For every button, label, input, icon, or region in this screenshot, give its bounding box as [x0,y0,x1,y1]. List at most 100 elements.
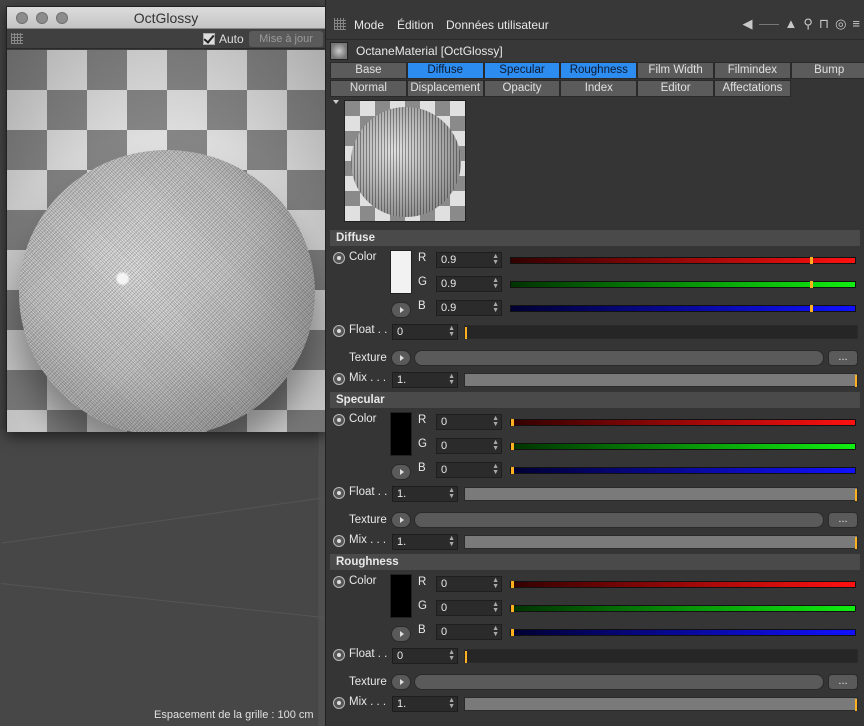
texture-path-field[interactable] [414,674,824,690]
channel-b-slider[interactable] [510,629,856,636]
tab-filmindex[interactable]: Filmindex [714,62,791,79]
slider-knob[interactable] [465,651,467,663]
slider-knob[interactable] [511,443,514,450]
window-titlebar[interactable]: OctGlossy [7,7,325,29]
channel-r-slider[interactable] [510,419,856,426]
tab-base[interactable]: Base [330,62,407,79]
tab-editor[interactable]: Editor [637,80,714,97]
update-button[interactable]: Mise à jour [249,31,323,47]
target-icon[interactable]: ◎ [835,17,846,31]
texture-browse-button[interactable]: ... [828,674,858,690]
spinner-icon[interactable]: ▲ ▼ [492,601,499,614]
color-radio[interactable] [333,252,345,264]
slider-knob[interactable] [511,629,514,636]
spinner-icon[interactable]: ▲ ▼ [492,301,499,314]
spinner-icon[interactable]: ▲ ▼ [448,373,455,386]
menu-mode[interactable]: Mode [354,18,384,32]
channel-g-input[interactable]: 0 ▲ ▼ [436,438,502,454]
tab-index[interactable]: Index [560,80,638,97]
channel-b-input[interactable]: 0 ▲ ▼ [436,462,502,478]
mix-radio[interactable] [333,697,345,709]
search-icon[interactable]: ⚲ [803,17,813,31]
tab-normal[interactable]: Normal [330,80,407,97]
tab-specular[interactable]: Specular [483,62,561,79]
menu-edition[interactable]: Édition [397,18,434,32]
slider-knob[interactable] [809,305,813,312]
channel-b-input[interactable]: 0.9 ▲ ▼ [436,300,502,316]
mix-radio[interactable] [333,373,345,385]
grip-icon[interactable] [11,33,23,44]
slider-knob[interactable] [511,581,514,588]
slider-knob[interactable] [855,489,857,501]
lock-icon[interactable]: ⊓ [819,17,829,31]
spinner-icon[interactable]: ▲ ▼ [492,415,499,428]
color-swatch[interactable] [390,250,412,294]
channel-g-slider[interactable] [510,281,856,288]
float-slider[interactable] [464,325,858,339]
tab-roughness[interactable]: Roughness [560,62,638,79]
spinner-icon[interactable]: ▲ ▼ [448,487,455,500]
mix-input[interactable]: 1. ▲ ▼ [392,696,458,712]
spinner-icon[interactable]: ▲ ▼ [492,277,499,290]
channel-b-slider[interactable] [510,305,856,312]
spinner-icon[interactable]: ▲ ▼ [492,577,499,590]
slider-knob[interactable] [465,327,467,339]
arrow-left-icon[interactable]: ◀ [743,17,753,31]
channel-g-input[interactable]: 0.9 ▲ ▼ [436,276,502,292]
channel-g-input[interactable]: 0 ▲ ▼ [436,600,502,616]
tab-bump[interactable]: Bump [790,62,864,79]
spinner-icon[interactable]: ▲ ▼ [492,253,499,266]
channel-r-input[interactable]: 0.9 ▲ ▼ [436,252,502,268]
grip-icon[interactable] [334,18,346,30]
float-slider[interactable] [464,487,858,501]
float-radio[interactable] [333,487,345,499]
channel-g-slider[interactable] [510,443,856,450]
color-radio[interactable] [333,576,345,588]
channel-b-input[interactable]: 0 ▲ ▼ [436,624,502,640]
arrow-up-icon[interactable]: ▲ [785,17,798,31]
slider-knob[interactable] [511,605,514,612]
spinner-icon[interactable]: ▲ ▼ [492,625,499,638]
channel-b-slider[interactable] [510,467,856,474]
channel-r-input[interactable]: 0 ▲ ▼ [436,414,502,430]
channel-menu-button[interactable] [391,302,411,318]
texture-browse-button[interactable]: ... [828,350,858,366]
tab-film-width[interactable]: Film Width [637,62,714,79]
section-header-roughness[interactable]: Roughness [330,554,860,570]
float-input[interactable]: 0 ▲ ▼ [392,324,458,340]
mix-slider[interactable] [464,373,858,387]
settings-icon[interactable]: ≡ [852,17,860,31]
mix-radio[interactable] [333,535,345,547]
channel-r-slider[interactable] [510,581,856,588]
mix-slider[interactable] [464,535,858,549]
spinner-icon[interactable]: ▲ ▼ [492,463,499,476]
auto-checkbox[interactable] [203,33,215,45]
channel-r-input[interactable]: 0 ▲ ▼ [436,576,502,592]
texture-menu-button[interactable] [391,674,411,690]
channel-menu-button[interactable] [391,626,411,642]
spinner-icon[interactable]: ▲ ▼ [448,535,455,548]
tab-displacement[interactable]: Displacement [406,80,484,97]
color-swatch[interactable] [390,574,412,618]
section-header-specular[interactable]: Specular [330,392,860,408]
collapse-icon[interactable] [333,100,339,104]
spinner-icon[interactable]: ▲ ▼ [448,649,455,662]
slider-knob[interactable] [855,699,857,711]
menu-user-data[interactable]: Données utilisateur [446,18,549,32]
float-slider[interactable] [464,649,858,663]
texture-browse-button[interactable]: ... [828,512,858,528]
spinner-icon[interactable]: ▲ ▼ [448,325,455,338]
tab-diffuse[interactable]: Diffuse [406,62,484,79]
slider-knob[interactable] [855,375,857,387]
mix-slider[interactable] [464,697,858,711]
slider-knob[interactable] [855,537,857,549]
mix-input[interactable]: 1. ▲ ▼ [392,534,458,550]
color-swatch[interactable] [390,412,412,456]
mix-input[interactable]: 1. ▲ ▼ [392,372,458,388]
texture-path-field[interactable] [414,512,824,528]
float-radio[interactable] [333,649,345,661]
slider-knob[interactable] [809,281,813,288]
float-radio[interactable] [333,325,345,337]
float-input[interactable]: 0 ▲ ▼ [392,648,458,664]
texture-path-field[interactable] [414,350,824,366]
